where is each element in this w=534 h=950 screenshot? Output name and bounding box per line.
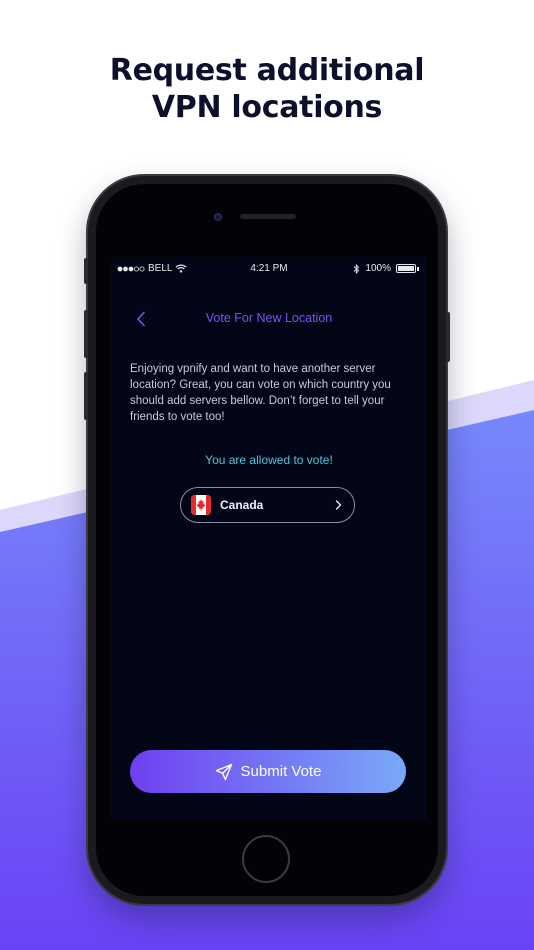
submit-vote-label: Submit Vote (240, 763, 322, 780)
battery-tip (417, 266, 419, 271)
home-button[interactable] (242, 835, 290, 883)
mute-switch (84, 258, 88, 284)
volume-down-button (84, 372, 88, 420)
status-bar: BELL 4:21 PM 100% (111, 257, 427, 281)
power-button (446, 312, 450, 362)
app-screen: BELL 4:21 PM 100% Vote For New Location … (111, 257, 427, 820)
front-camera (214, 213, 222, 221)
submit-vote-button[interactable]: Submit Vote (130, 750, 406, 793)
send-icon (215, 763, 232, 780)
battery-percent: 100% (365, 263, 391, 274)
vote-status-text: You are allowed to vote! (205, 453, 333, 467)
bluetooth-icon (354, 263, 360, 274)
headline-line-1: Request additional (109, 53, 425, 88)
page-headline: Request additional VPN locations (0, 52, 534, 126)
vote-description: Enjoying vpnify and want to have another… (130, 363, 391, 423)
status-right: 100% (353, 263, 419, 274)
battery-icon (396, 264, 416, 273)
selected-country: Canada (220, 498, 264, 512)
country-selector[interactable]: Canada (180, 487, 355, 523)
volume-up-button (84, 310, 88, 358)
chevron-right-icon (335, 500, 342, 510)
nav-bar: Vote For New Location (111, 305, 427, 333)
screen-title: Vote For New Location (205, 311, 333, 325)
canada-flag-icon (191, 495, 211, 515)
earpiece-speaker (240, 214, 296, 219)
headline-line-2: VPN locations (151, 90, 383, 125)
